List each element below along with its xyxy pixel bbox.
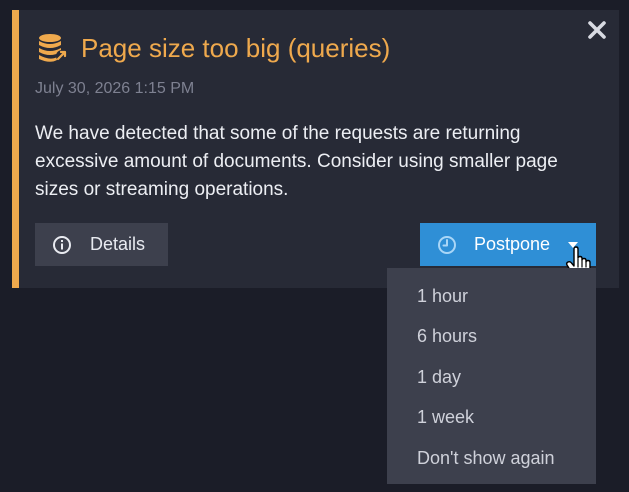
postpone-label: Postpone (474, 234, 551, 254)
notification-message: We have detected that some of the reques… (35, 123, 558, 200)
details-label: Details (90, 234, 146, 254)
notification-card: Page size too big (queries) July 30, 202… (12, 10, 619, 288)
menu-item-1-hour[interactable]: 1 hour (387, 276, 596, 316)
close-icon (588, 21, 606, 39)
postpone-dropdown-menu: 1 hour 6 hours 1 day 1 week Don't show a… (387, 268, 596, 484)
notification-title: Page size too big (queries) (81, 33, 391, 63)
menu-item-dont-show-again[interactable]: Don't show again (387, 438, 596, 478)
details-button[interactable]: Details (35, 223, 168, 266)
menu-item-6-hours[interactable]: 6 hours (387, 316, 596, 356)
menu-item-1-day[interactable]: 1 day (387, 357, 596, 397)
notification-header: Page size too big (queries) (37, 32, 390, 64)
notification-date: July 30, 2026 1:15 PM (35, 80, 195, 97)
clock-icon (438, 235, 456, 254)
info-icon (53, 235, 71, 254)
menu-item-1-week[interactable]: 1 week (387, 397, 596, 437)
database-icon (39, 34, 68, 62)
close-button[interactable] (585, 18, 609, 42)
